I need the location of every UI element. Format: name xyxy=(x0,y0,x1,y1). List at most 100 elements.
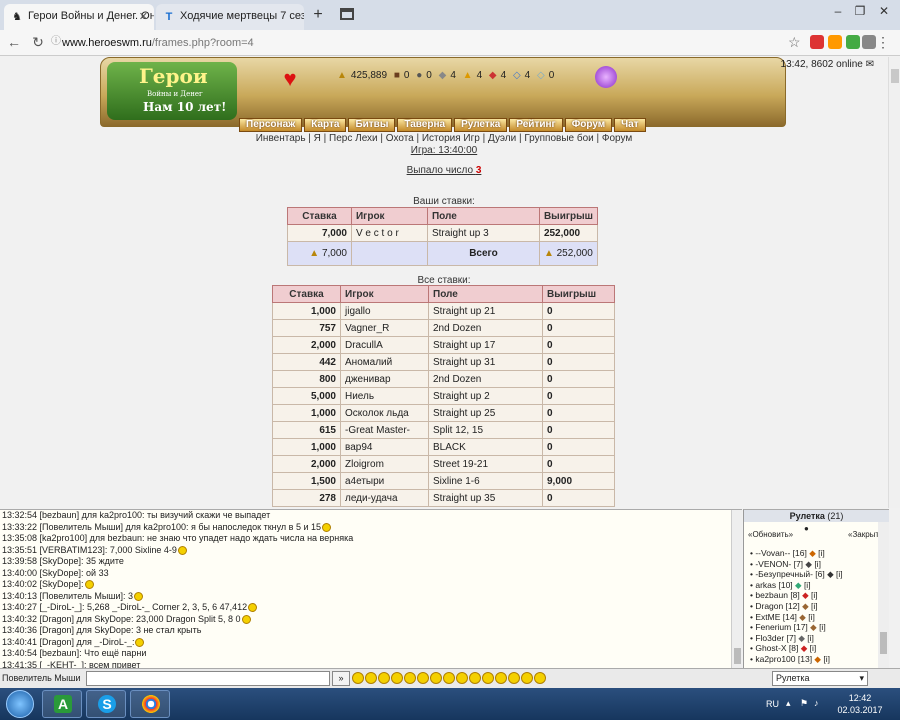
player-cell[interactable]: Ниель xyxy=(340,387,429,405)
nav-rating[interactable]: Рейтинг xyxy=(509,118,563,132)
info-icon[interactable]: [i] xyxy=(823,654,830,664)
chat-message[interactable]: 13:40:27 [_-DiroL-_]: 5,268 _-DiroL-_ Co… xyxy=(0,602,742,614)
smiley-icon[interactable] xyxy=(352,672,364,684)
nav-tavern[interactable]: Таверна xyxy=(397,118,453,132)
bookmark-star-icon[interactable]: ☆ xyxy=(788,34,801,51)
user-name[interactable]: Fenerium [17] xyxy=(755,622,807,632)
user-name[interactable]: Ghost-X [8] xyxy=(755,643,798,653)
scroll-thumb[interactable] xyxy=(880,632,887,654)
send-button[interactable]: » xyxy=(332,671,350,686)
smiley-icon[interactable] xyxy=(417,672,429,684)
smiley-icon[interactable] xyxy=(534,672,546,684)
player-cell[interactable]: а4етыри xyxy=(340,472,429,490)
extension-icon[interactable] xyxy=(862,35,876,49)
smiley-icon[interactable] xyxy=(495,672,507,684)
close-icon[interactable]: ✕ xyxy=(139,10,148,23)
refresh-link[interactable]: «Обновить» xyxy=(748,530,793,539)
user-name[interactable]: -Безупречный- [6] xyxy=(755,569,824,579)
chat-message[interactable]: 13:40:36 [Dragon] для SkyDope: 3 не стал… xyxy=(0,625,742,637)
chat-message[interactable]: 13:40:54 [bezbaun]: Что ещё парни xyxy=(0,648,742,660)
player-cell[interactable]: дженивар xyxy=(340,370,429,388)
chat-message[interactable]: 13:35:08 [ka2pro100] для bezbaun: не зна… xyxy=(0,533,742,545)
smiley-icon[interactable] xyxy=(391,672,403,684)
tab-walking-dead[interactable]: T Ходячие мертвецы 7 сезон см xyxy=(156,4,304,30)
tab-list-icon[interactable] xyxy=(340,8,354,20)
user-name[interactable]: ExtME [14] xyxy=(755,612,797,622)
game-logo[interactable]: Герои Войны и Денег Нам 10 лет! xyxy=(107,62,237,120)
player-cell[interactable]: jigallo xyxy=(340,302,429,320)
maximize-icon[interactable]: ❐ xyxy=(852,4,868,18)
chat-message[interactable]: 13:39:58 [SkyDope]: 35 ждите xyxy=(0,556,742,568)
smiley-icon[interactable] xyxy=(365,672,377,684)
player-cell[interactable]: вар94 xyxy=(340,438,429,456)
taskbar-chrome[interactable] xyxy=(130,690,170,718)
smiley-icon[interactable] xyxy=(378,672,390,684)
new-tab-icon[interactable]: + xyxy=(310,7,326,23)
volume-icon[interactable]: ♪ xyxy=(814,698,824,708)
info-icon[interactable]: [i] xyxy=(811,590,818,600)
tray-arrow-icon[interactable]: ▴ xyxy=(786,698,796,708)
panel-scrollbar[interactable] xyxy=(878,522,889,668)
user-list-item[interactable]: • arkas [10] ◆ [i] xyxy=(744,580,878,591)
chat-scrollbar[interactable] xyxy=(731,510,742,668)
smiley-icon[interactable] xyxy=(482,672,494,684)
user-name[interactable]: ka2pro100 [13] xyxy=(755,654,812,664)
start-button[interactable] xyxy=(6,690,34,718)
chat-message[interactable]: 13:40:00 [SkyDope]: ой 33 xyxy=(0,568,742,580)
info-icon[interactable]: [i] xyxy=(819,622,826,632)
user-name[interactable]: bezbaun [8] xyxy=(755,590,799,600)
extension-icon[interactable] xyxy=(810,35,824,49)
player-cell[interactable]: Zloigrom xyxy=(340,455,429,473)
info-icon[interactable]: [i] xyxy=(818,548,825,558)
extension-icon[interactable] xyxy=(846,35,860,49)
game-time-link[interactable]: Игра: 13:40:00 xyxy=(0,145,888,156)
user-list-item[interactable]: • -Безупречный- [6] ◆ [i] xyxy=(744,569,878,580)
chat-message[interactable]: 13:33:22 [Повелитель Мыши] для ka2pro100… xyxy=(0,522,742,534)
user-list-item[interactable]: • bezbaun [8] ◆ [i] xyxy=(744,590,878,601)
user-name[interactable]: -VENON- [7] xyxy=(755,559,803,569)
nav-map[interactable]: Карта xyxy=(304,118,347,132)
tab-heroes[interactable]: ♞ Герои Войны и Денег. Онлайн ✕ xyxy=(4,4,154,30)
sub-navigation[interactable]: Инвентарь | Я | Перс Лехи | Охота | Исто… xyxy=(0,133,888,144)
mail-icon[interactable]: ✉ xyxy=(866,59,874,70)
player-cell[interactable]: -Great Master- xyxy=(340,421,429,439)
user-list-item[interactable]: • Ghost-X [8] ◆ [i] xyxy=(744,643,878,654)
reload-icon[interactable]: ↻ xyxy=(30,34,46,50)
nav-chat[interactable]: Чат xyxy=(614,118,646,132)
player-cell[interactable]: V e c t o r xyxy=(350,224,428,242)
user-name[interactable]: arkas [10] xyxy=(755,580,792,590)
browser-menu-icon[interactable]: ⋮ xyxy=(876,34,890,51)
user-list-item[interactable]: • ka2pro100 [13] ◆ [i] xyxy=(744,654,878,665)
user-list-item[interactable]: • ExtME [14] ◆ [i] xyxy=(744,612,878,623)
player-cell[interactable]: Vagner_R xyxy=(340,319,429,337)
taskbar-app-a[interactable]: A xyxy=(42,690,82,718)
chat-message[interactable]: 13:32:54 [bezbaun] для ka2pro100: ты виз… xyxy=(0,510,742,522)
smiley-icon[interactable] xyxy=(430,672,442,684)
user-list-item[interactable]: • Dragon [12] ◆ [i] xyxy=(744,601,878,612)
info-icon[interactable]: [i] xyxy=(804,580,811,590)
back-icon[interactable]: ← xyxy=(6,34,22,50)
page-scrollbar[interactable] xyxy=(888,57,900,508)
chat-message[interactable]: 13:40:41 [Dragon] для _-DiroL-_: xyxy=(0,637,742,649)
player-cell[interactable]: леди-удача xyxy=(340,489,429,507)
chat-message[interactable]: 13:40:02 [SkyDope]: xyxy=(0,579,742,591)
language-indicator[interactable]: RU xyxy=(766,699,779,709)
nav-forum[interactable]: Форум xyxy=(564,118,613,132)
player-cell[interactable]: Аномалий xyxy=(340,353,429,371)
player-cell[interactable]: Осколок льда xyxy=(340,404,429,422)
user-list-item[interactable]: • Flo3der [7] ◆ [i] xyxy=(744,633,878,644)
smiley-icon[interactable] xyxy=(456,672,468,684)
nav-character[interactable]: Персонаж xyxy=(239,118,303,132)
nav-battles[interactable]: Битвы xyxy=(348,118,396,132)
info-icon[interactable]: [i] xyxy=(808,612,815,622)
chat-message[interactable]: 13:40:13 [Повелитель Мыши]: 3 xyxy=(0,591,742,603)
close-window-icon[interactable]: ✕ xyxy=(876,4,892,18)
extension-icon[interactable] xyxy=(828,35,842,49)
chat-message-input[interactable] xyxy=(86,671,330,686)
scroll-thumb[interactable] xyxy=(891,69,899,83)
smiley-icon[interactable] xyxy=(404,672,416,684)
room-select[interactable]: Рулетка ▾ xyxy=(772,671,868,686)
nav-roulette[interactable]: Рулетка xyxy=(454,118,508,132)
url-field[interactable]: www.heroeswm.ru/frames.php?room=4 xyxy=(62,34,782,52)
user-list-item[interactable]: • -VENON- [7] ◆ [i] xyxy=(744,559,878,570)
